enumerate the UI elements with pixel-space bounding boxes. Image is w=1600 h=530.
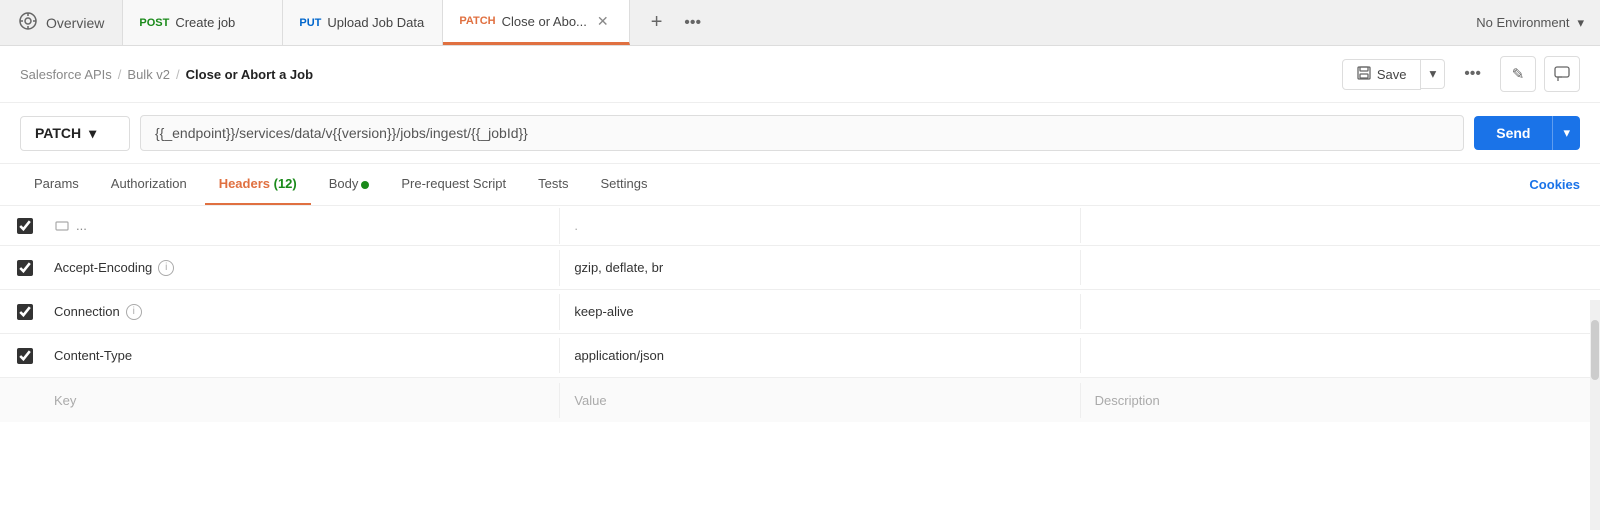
breadcrumb-sep-2: / — [176, 67, 180, 82]
footer-description: Description — [1081, 383, 1600, 418]
save-button-group: Save ▾ — [1342, 59, 1445, 90]
content-type-check — [0, 348, 50, 364]
partial-key: ... — [50, 208, 560, 244]
connection-label: Connection — [54, 304, 120, 319]
body-dot — [361, 181, 369, 189]
environment-selector[interactable]: No Environment ▾ — [1460, 0, 1600, 45]
partial-value: . — [560, 208, 1080, 243]
connection-check — [0, 304, 50, 320]
tab-tests-label: Tests — [538, 176, 568, 191]
tab-params[interactable]: Params — [20, 164, 93, 205]
partial-check — [0, 218, 50, 234]
method-label: PATCH — [35, 125, 81, 141]
overview-icon — [18, 11, 38, 34]
tab-label-upload: Upload Job Data — [327, 15, 424, 30]
breadcrumb-bar: Salesforce APIs / Bulk v2 / Close or Abo… — [0, 46, 1600, 103]
send-button-group: Send ▾ — [1474, 116, 1580, 150]
overview-label: Overview — [46, 15, 104, 31]
tab-label-create-job: Create job — [175, 15, 235, 30]
add-tab-button[interactable]: + — [642, 8, 672, 38]
table-row: Content-Type application/json — [0, 334, 1600, 378]
save-button[interactable]: Save — [1342, 59, 1422, 90]
url-input[interactable] — [140, 115, 1464, 151]
tab-close-abort-job[interactable]: PATCH Close or Abo... ✕ — [443, 0, 629, 45]
send-dropdown-button[interactable]: ▾ — [1552, 116, 1580, 150]
headers-footer-row: Key Value Description — [0, 378, 1600, 422]
url-bar: PATCH ▾ Send ▾ — [0, 103, 1600, 164]
accept-encoding-value: gzip, deflate, br — [560, 250, 1080, 285]
headers-badge: (12) — [274, 176, 297, 191]
partial-desc — [1081, 216, 1600, 236]
breadcrumb-sep-1: / — [118, 67, 122, 82]
table-row: Connection i keep-alive — [0, 290, 1600, 334]
accept-encoding-checkbox[interactable] — [17, 260, 33, 276]
tab-headers-label: Headers (12) — [219, 176, 297, 191]
breadcrumb: Salesforce APIs / Bulk v2 / Close or Abo… — [20, 67, 313, 82]
comment-button[interactable] — [1544, 56, 1580, 92]
env-label: No Environment — [1476, 15, 1569, 30]
connection-desc — [1081, 302, 1600, 322]
accept-encoding-check — [0, 260, 50, 276]
content-type-desc — [1081, 346, 1600, 366]
method-chevron-icon: ▾ — [89, 125, 96, 142]
partial-header-row: ... . — [0, 206, 1600, 246]
breadcrumb-actions: Save ▾ ••• ✎ — [1342, 56, 1580, 92]
breadcrumb-part-2[interactable]: Bulk v2 — [127, 67, 170, 82]
tab-tests[interactable]: Tests — [524, 164, 582, 205]
tab-upload-job-data[interactable]: PUT Upload Job Data — [283, 0, 443, 45]
request-tabs: Params Authorization Headers (12) Body P… — [0, 164, 1600, 206]
tab-label-close-abort: Close or Abo... — [502, 14, 587, 29]
tab-pre-request-label: Pre-request Script — [401, 176, 506, 191]
env-chevron-icon: ▾ — [1577, 15, 1584, 31]
tab-body[interactable]: Body — [315, 164, 384, 205]
content-type-checkbox[interactable] — [17, 348, 33, 364]
tab-body-label: Body — [329, 176, 359, 191]
tab-headers[interactable]: Headers (12) — [205, 164, 311, 205]
scrollbar-thumb[interactable] — [1591, 320, 1599, 380]
method-badge-post: POST — [139, 17, 169, 29]
method-badge-patch: PATCH — [459, 15, 495, 27]
accept-encoding-desc — [1081, 258, 1600, 278]
tab-settings[interactable]: Settings — [586, 164, 661, 205]
footer-value: Value — [560, 383, 1080, 418]
breadcrumb-more-button[interactable]: ••• — [1453, 58, 1492, 90]
footer-key: Key — [50, 383, 560, 418]
tab-actions: + ••• — [630, 0, 720, 45]
tab-authorization[interactable]: Authorization — [97, 164, 201, 205]
breadcrumb-current: Close or Abort a Job — [186, 67, 313, 82]
method-badge-put: PUT — [299, 17, 321, 29]
edit-button[interactable]: ✎ — [1500, 56, 1536, 92]
method-dropdown[interactable]: PATCH ▾ — [20, 116, 130, 151]
content-type-key: Content-Type — [50, 338, 560, 373]
accept-encoding-info-icon[interactable]: i — [158, 260, 174, 276]
table-row: Accept-Encoding i gzip, deflate, br — [0, 246, 1600, 290]
connection-key: Connection i — [50, 294, 560, 330]
content-type-value: application/json — [560, 338, 1080, 373]
send-button[interactable]: Send — [1474, 116, 1552, 150]
partial-type-icon — [54, 218, 70, 234]
scrollbar-track[interactable] — [1590, 300, 1600, 530]
save-icon — [1357, 66, 1371, 83]
cookies-link[interactable]: Cookies — [1529, 177, 1580, 192]
connection-checkbox[interactable] — [17, 304, 33, 320]
tab-pre-request[interactable]: Pre-request Script — [387, 164, 520, 205]
connection-value: keep-alive — [560, 294, 1080, 329]
breadcrumb-part-1[interactable]: Salesforce APIs — [20, 67, 112, 82]
headers-table: ... . Accept-Encoding i gzip, deflate, b… — [0, 206, 1600, 422]
accept-encoding-label: Accept-Encoding — [54, 260, 152, 275]
partial-checkbox[interactable] — [17, 218, 33, 234]
accept-encoding-key: Accept-Encoding i — [50, 250, 560, 286]
tab-more-button[interactable]: ••• — [678, 8, 708, 38]
tab-settings-label: Settings — [600, 176, 647, 191]
tab-create-job[interactable]: POST Create job — [123, 0, 283, 45]
tab-authorization-label: Authorization — [111, 176, 187, 191]
save-dropdown-button[interactable]: ▾ — [1421, 59, 1445, 89]
content-type-label: Content-Type — [54, 348, 132, 363]
connection-info-icon[interactable]: i — [126, 304, 142, 320]
close-tab-icon[interactable]: ✕ — [593, 11, 613, 32]
save-label: Save — [1377, 67, 1407, 82]
tab-bar: Overview POST Create job PUT Upload Job … — [0, 0, 1600, 46]
tab-overview[interactable]: Overview — [0, 0, 123, 45]
tab-params-label: Params — [34, 176, 79, 191]
